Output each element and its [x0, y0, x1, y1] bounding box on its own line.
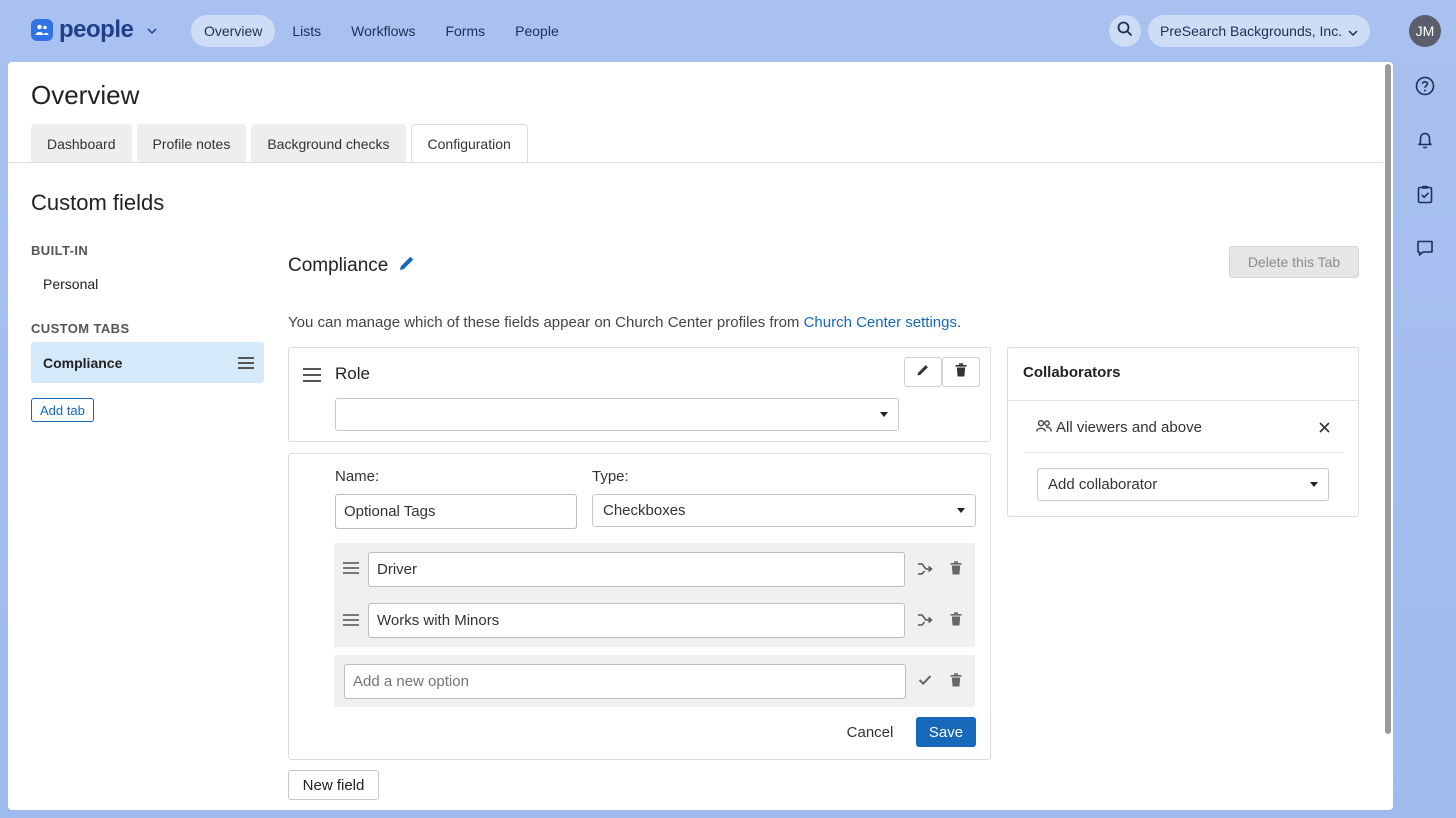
- app-name: people: [59, 16, 134, 43]
- info-text: You can manage which of these fields app…: [288, 314, 961, 331]
- checkmark-icon[interactable]: [917, 672, 933, 688]
- new-field-button[interactable]: New field: [288, 770, 379, 800]
- edit-field-button[interactable]: [904, 357, 942, 387]
- trash-icon: [955, 362, 967, 382]
- collaborators-title: Collaborators: [1008, 348, 1358, 401]
- collaborators-card: Collaborators All viewers and above Add …: [1007, 347, 1359, 517]
- save-button[interactable]: Save: [916, 717, 976, 747]
- name-field[interactable]: Optional Tags: [335, 494, 577, 529]
- caret-down-icon: [1310, 482, 1318, 487]
- drag-handle-icon[interactable]: [343, 614, 359, 626]
- tab-background-checks[interactable]: Background checks: [251, 124, 406, 163]
- org-switcher[interactable]: PreSearch Backgrounds, Inc.: [1148, 15, 1370, 47]
- tabs-divider: [8, 162, 1383, 163]
- people-app-icon: [31, 19, 53, 41]
- church-center-settings-link[interactable]: Church Center settings: [804, 314, 957, 331]
- info-text-suffix: .: [956, 314, 962, 331]
- field-name: Role: [335, 364, 370, 383]
- chat-icon[interactable]: [1413, 236, 1437, 260]
- built-in-heading: BUILT-IN: [31, 243, 89, 258]
- vertical-scrollbar[interactable]: [1385, 64, 1391, 734]
- drag-handle-icon[interactable]: [343, 562, 359, 574]
- collaborator-row: All viewers and above: [1024, 402, 1344, 453]
- sidebar-item-compliance[interactable]: Compliance: [31, 342, 264, 383]
- search-button[interactable]: [1109, 15, 1141, 47]
- help-icon[interactable]: [1413, 74, 1437, 98]
- nav-item-overview[interactable]: Overview: [191, 15, 276, 47]
- new-option-input[interactable]: [344, 664, 906, 699]
- option-input-driver[interactable]: Driver: [368, 552, 905, 587]
- page-tabs: Dashboard Profile notes Background check…: [31, 124, 528, 163]
- main-nav: Overview Lists Workflows Forms People: [191, 15, 572, 47]
- drag-handle-icon[interactable]: [238, 356, 254, 369]
- add-tab-button[interactable]: Add tab: [31, 398, 94, 422]
- org-name: PreSearch Backgrounds, Inc.: [1160, 23, 1343, 39]
- delete-field-button[interactable]: [942, 357, 980, 387]
- add-collaborator-select[interactable]: Add collaborator: [1037, 468, 1329, 501]
- chevron-down-icon: [1348, 23, 1358, 39]
- main-panel: Overview Dashboard Profile notes Backgro…: [8, 62, 1393, 810]
- people-icon: [1036, 419, 1052, 436]
- caret-down-icon: [880, 412, 888, 417]
- pencil-icon[interactable]: [398, 254, 416, 278]
- trash-icon[interactable]: [948, 611, 964, 627]
- nav-item-people[interactable]: People: [502, 15, 572, 47]
- sidebar-item-label: Compliance: [43, 354, 123, 371]
- search-icon: [1117, 21, 1133, 42]
- task-checklist-icon[interactable]: [1413, 182, 1437, 206]
- trash-icon[interactable]: [948, 672, 964, 688]
- collaborator-label: All viewers and above: [1056, 418, 1202, 436]
- delete-tab-button[interactable]: Delete this Tab: [1229, 246, 1359, 278]
- avatar[interactable]: JM: [1409, 15, 1441, 47]
- branch-icon[interactable]: [917, 561, 933, 577]
- tab-profile-notes[interactable]: Profile notes: [136, 124, 247, 163]
- type-label: Type:: [592, 468, 629, 485]
- sidebar-item-personal[interactable]: Personal: [43, 276, 98, 292]
- drag-handle-icon[interactable]: [303, 368, 321, 382]
- tab-detail-title-row: Compliance: [288, 254, 416, 278]
- type-select[interactable]: Checkboxes: [592, 494, 976, 527]
- pencil-icon: [916, 363, 930, 382]
- close-icon[interactable]: [1319, 420, 1330, 437]
- tab-detail-title: Compliance: [288, 255, 389, 276]
- option-input-works-with-minors[interactable]: Works with Minors: [368, 603, 905, 638]
- nav-item-lists[interactable]: Lists: [279, 15, 334, 47]
- tab-configuration[interactable]: Configuration: [410, 124, 528, 163]
- custom-tabs-heading: CUSTOM TABS: [31, 321, 130, 336]
- add-collaborator-placeholder: Add collaborator: [1048, 476, 1158, 493]
- name-label: Name:: [335, 468, 380, 485]
- bell-icon[interactable]: [1413, 128, 1437, 152]
- tab-dashboard[interactable]: Dashboard: [31, 124, 132, 163]
- cancel-button[interactable]: Cancel: [840, 717, 900, 747]
- chevron-down-icon: [147, 21, 157, 39]
- app-logo[interactable]: people: [31, 18, 157, 42]
- trash-icon[interactable]: [948, 560, 964, 576]
- page-title: Overview: [31, 80, 140, 110]
- branch-icon[interactable]: [917, 612, 933, 628]
- role-select[interactable]: [335, 398, 899, 431]
- info-text-body: You can manage which of these fields app…: [288, 314, 804, 331]
- section-title: Custom fields: [31, 190, 165, 215]
- type-select-value: Checkboxes: [603, 502, 686, 519]
- top-bar: people Overview Lists Workflows Forms Pe…: [0, 0, 1456, 62]
- nav-item-workflows[interactable]: Workflows: [338, 15, 428, 47]
- field-card-role: Role: [288, 347, 991, 442]
- caret-down-icon: [957, 508, 965, 513]
- nav-item-forms[interactable]: Forms: [432, 15, 498, 47]
